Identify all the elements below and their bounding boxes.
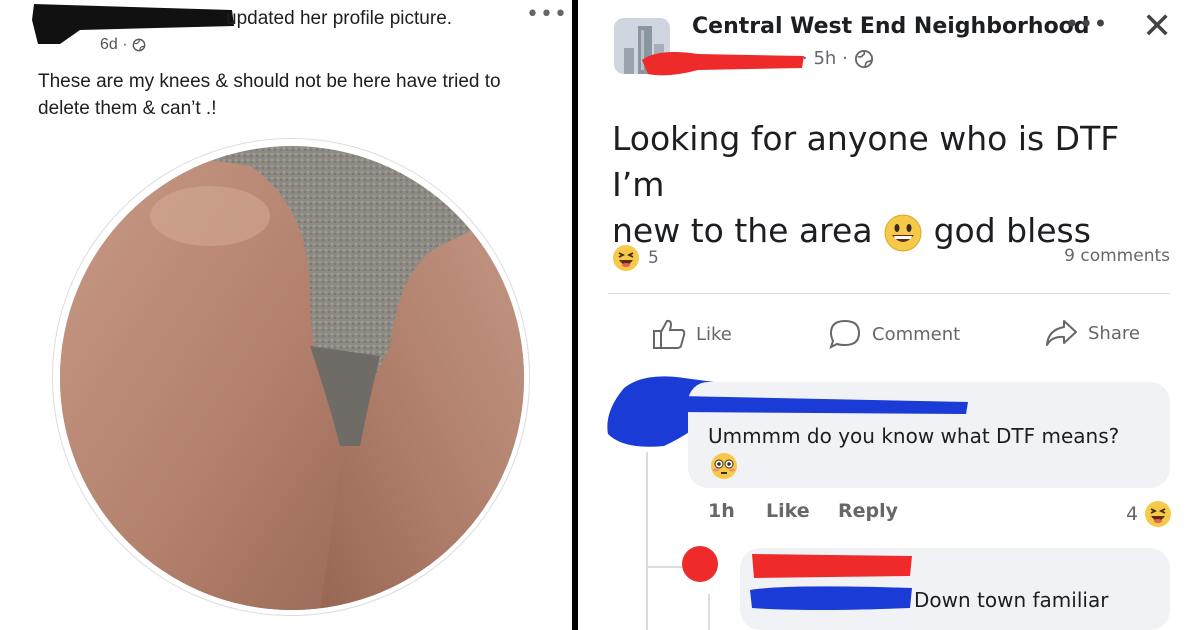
post-time[interactable]: · 5h ·: [802, 48, 848, 69]
thread-line-branch: [646, 566, 682, 568]
post-meta: · 5h ·: [802, 48, 874, 69]
post-body: Looking for anyone who is DTF I’m new to…: [612, 116, 1172, 254]
grinning-emoji-icon: [884, 214, 922, 251]
globe-icon: [854, 49, 873, 68]
share-label: Share: [1088, 322, 1140, 344]
profile-photo[interactable]: [60, 146, 524, 610]
comment-like-button[interactable]: Like: [766, 500, 810, 522]
share-icon: [1046, 320, 1077, 346]
post-time[interactable]: 6d ·: [100, 36, 128, 54]
poster-name-redaction: [642, 52, 804, 76]
like-button[interactable]: Like: [652, 318, 732, 350]
right-post-panel: Central West End Neighborhood · 5h · •••…: [578, 0, 1200, 630]
comment-reply-button[interactable]: Reply: [838, 500, 898, 522]
post-meta: 6d ·: [100, 36, 146, 54]
comment-text: Ummmm do you know what DTF means?: [708, 424, 1120, 448]
thumbs-up-icon: [653, 319, 686, 349]
comments-count[interactable]: 9 comments: [1064, 246, 1170, 266]
post-body: These are my knees & should not be here …: [38, 71, 501, 119]
flushed-emoji-icon: [711, 453, 737, 479]
reply-name-redaction: [752, 554, 912, 578]
reply-text-redaction: [750, 586, 912, 610]
share-button[interactable]: Share: [1044, 318, 1140, 348]
reply-text: Down town familiar: [914, 588, 1109, 612]
comment-button[interactable]: Comment: [828, 318, 960, 350]
post-action-text: updated her profile picture.: [226, 8, 453, 29]
close-icon[interactable]: ✕: [1142, 6, 1172, 47]
thread-line: [646, 452, 648, 630]
reaction-count: 5: [648, 248, 659, 268]
globe-icon: [132, 38, 145, 52]
reaction-summary[interactable]: 5: [612, 244, 659, 272]
commenter-name-redaction: [678, 396, 968, 414]
left-post-panel: updated her profile picture. 6d · ••• Th…: [0, 0, 572, 630]
thread-line-reply: [708, 594, 710, 630]
post-body-line1: Looking for anyone who is DTF I’m: [612, 119, 1120, 204]
comment-icon: [829, 319, 861, 349]
haha-reaction-icon: [613, 245, 639, 271]
comment-reaction-summary[interactable]: 4: [1126, 500, 1172, 528]
more-options-icon[interactable]: •••: [526, 2, 568, 27]
like-label: Like: [696, 323, 732, 345]
comment-label: Comment: [872, 323, 961, 345]
comment-time: 1h: [708, 500, 735, 522]
reply-avatar[interactable]: [682, 546, 718, 582]
comment-reaction-count: 4: [1126, 503, 1139, 525]
divider: [608, 293, 1170, 294]
more-options-icon[interactable]: •••: [1065, 10, 1107, 38]
haha-reaction-icon: [1145, 501, 1172, 527]
group-name[interactable]: Central West End Neighborhood: [692, 14, 1090, 39]
